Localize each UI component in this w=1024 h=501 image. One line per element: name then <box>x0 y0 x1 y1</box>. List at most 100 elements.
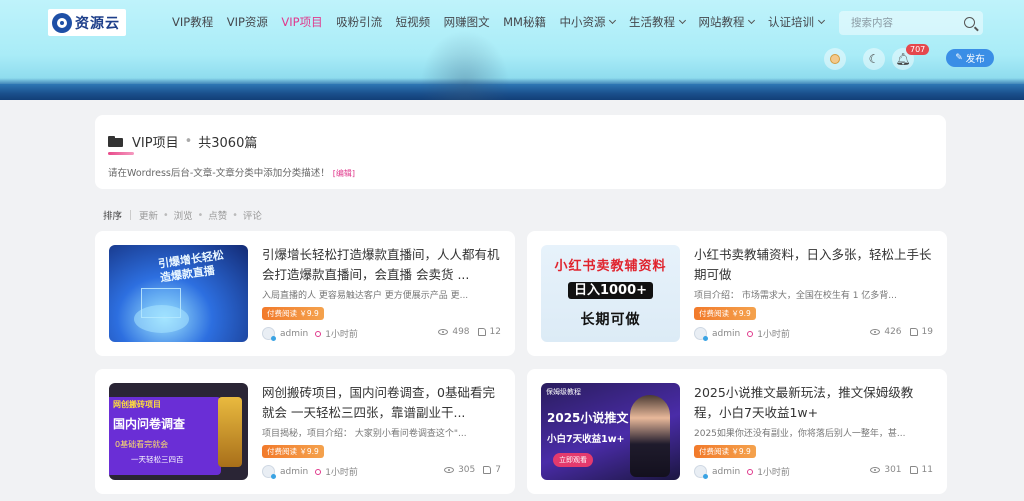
category-description: 请在Wordress后台-文章-文章分类中添加分类描述！ [编辑] <box>108 165 355 179</box>
clock-icon <box>747 468 754 475</box>
thumb-decoration <box>134 305 189 333</box>
post-card[interactable]: 网创搬砖项目 国内问卷调查 0基础看完就会 一天轻松三四百 网创搬砖项目，国内问… <box>95 369 515 494</box>
post-author[interactable]: admin <box>280 329 308 339</box>
thumb-text: 小红书卖教辅资料 <box>554 259 667 274</box>
user-avatar-button[interactable] <box>824 48 846 70</box>
nav-label: VIP教程 <box>172 15 214 29</box>
search-box <box>839 11 983 35</box>
sort-option-comments[interactable]: 评论 <box>243 208 262 222</box>
post-excerpt: 项目揭秘，项目介绍： 大家别小看问卷调查这个"... <box>262 429 467 439</box>
post-title[interactable]: 网创搬砖项目，国内问卷调查，0基础看完就会 一天轻松三四张，靠谱副业干... <box>262 383 502 423</box>
author-avatar[interactable] <box>262 327 276 341</box>
site-logo[interactable]: 资源云 <box>48 9 126 36</box>
thumb-text: 小白7天收益1w+ <box>547 434 625 445</box>
post-time: 1小时前 <box>325 468 358 478</box>
post-views: 426 <box>884 327 902 337</box>
author-avatar[interactable] <box>694 327 708 341</box>
post-likes: 11 <box>921 465 933 475</box>
main-nav: VIP教程 VIP资源 VIP项目 吸粉引流 短视频 网赚图文 MM秘籍 中小资… <box>172 12 837 32</box>
nav-item-life-tutorial[interactable]: 生活教程 <box>629 14 687 30</box>
chevron-down-icon <box>817 16 826 25</box>
thumb-text: 日入1000+ <box>541 279 680 299</box>
nav-item-traffic[interactable]: 吸粉引流 <box>336 14 382 30</box>
category-count: 共3060篇 <box>198 136 258 151</box>
post-thumbnail[interactable]: 引爆增长轻松 造爆款直播 <box>109 245 248 342</box>
post-stats: 301 11 <box>870 465 933 475</box>
thumbs-up-icon <box>477 328 486 336</box>
post-title[interactable]: 小红书卖教辅资料，日入多张，轻松上手长期可做 <box>694 245 934 285</box>
thumb-figure <box>630 395 670 477</box>
nav-label: 网站教程 <box>698 15 745 29</box>
post-views: 305 <box>458 465 476 475</box>
thumb-text: 0基础看完就会 <box>115 440 169 449</box>
search-icon[interactable] <box>964 17 975 28</box>
chevron-down-icon <box>678 16 687 25</box>
post-views: 301 <box>884 465 902 475</box>
category-edit-link[interactable]: [编辑] <box>333 169 355 178</box>
category-name: VIP项目 <box>132 136 179 151</box>
post-stats: 305 7 <box>444 465 501 475</box>
post-meta: admin 1小时前 <box>694 327 790 341</box>
nav-item-site-tutorial[interactable]: 网站教程 <box>698 14 756 30</box>
sort-option-likes[interactable]: 点赞 <box>208 208 227 222</box>
thumb-text: 立即观看 <box>553 453 593 467</box>
logo-text: 资源云 <box>75 15 120 32</box>
logo-mark-icon <box>52 12 72 33</box>
post-meta: admin 1小时前 <box>694 465 790 479</box>
nav-label: VIP资源 <box>226 15 268 29</box>
post-author[interactable]: admin <box>712 329 740 339</box>
clock-icon <box>315 468 322 475</box>
nav-label: MM秘籍 <box>503 15 546 29</box>
post-time: 1小时前 <box>757 330 790 340</box>
paid-read-tag: 付费阅读 ￥9.9 <box>262 307 324 320</box>
post-card[interactable]: 保姆级教程 2025小说推文 小白7天收益1w+ 立即观看 2025小说推文最新… <box>527 369 947 494</box>
nav-item-online-earning[interactable]: 网赚图文 <box>444 14 490 30</box>
chevron-down-icon <box>748 16 756 25</box>
eye-icon <box>870 329 881 335</box>
author-avatar[interactable] <box>694 465 708 479</box>
nav-item-mm-secrets[interactable]: MM秘籍 <box>503 14 546 30</box>
author-avatar[interactable] <box>262 465 276 479</box>
publish-button[interactable]: ✎ 发布 <box>946 49 994 67</box>
thumb-text: 国内问卷调查 <box>113 417 186 431</box>
paid-read-tag: 付费阅读 ￥9.9 <box>262 445 324 458</box>
nav-item-vip-tutorial[interactable]: VIP教程 <box>172 14 213 30</box>
post-card[interactable]: 引爆增长轻松 造爆款直播 引爆增长轻松打造爆款直播间，人人都有机会打造爆款直播间，… <box>95 231 515 356</box>
sort-option-views[interactable]: 浏览 <box>174 208 193 222</box>
avatar-icon <box>830 54 840 64</box>
post-thumbnail[interactable]: 保姆级教程 2025小说推文 小白7天收益1w+ 立即观看 <box>541 383 680 480</box>
category-underline <box>108 152 134 155</box>
header-banner-figure <box>420 30 510 100</box>
dark-mode-toggle[interactable]: ☾ <box>863 48 885 70</box>
post-meta: admin 1小时前 <box>262 465 358 479</box>
nav-label: 短视频 <box>395 15 431 29</box>
post-likes: 12 <box>489 327 501 337</box>
sort-dot: • <box>232 209 238 221</box>
search-input[interactable] <box>851 17 961 29</box>
nav-item-short-video[interactable]: 短视频 <box>396 14 431 30</box>
nav-item-vip-project[interactable]: VIP项目 <box>281 14 322 30</box>
nav-item-vip-resource[interactable]: VIP资源 <box>227 14 268 30</box>
post-excerpt: 入局直播的人 更容易触达客户 更方便展示产品 更... <box>262 291 469 301</box>
paid-read-tag: 付费阅读 ￥9.9 <box>694 445 756 458</box>
sort-divider <box>130 210 132 220</box>
thumb-decoration <box>218 397 242 467</box>
post-thumbnail[interactable]: 小红书卖教辅资料 日入1000+ 长期可做 <box>541 245 680 342</box>
post-card[interactable]: 小红书卖教辅资料 日入1000+ 长期可做 小红书卖教辅资料，日入多张，轻松上手… <box>527 231 947 356</box>
post-author[interactable]: admin <box>712 467 740 477</box>
thumb-text: 长期可做 <box>580 312 641 328</box>
post-thumbnail[interactable]: 网创搬砖项目 国内问卷调查 0基础看完就会 一天轻松三四百 <box>109 383 248 480</box>
header-banner-sea <box>0 84 1024 100</box>
nav-item-certification[interactable]: 认证培训 <box>768 14 826 30</box>
category-separator: • <box>184 134 193 149</box>
post-title[interactable]: 引爆增长轻松打造爆款直播间，人人都有机会打造爆款直播间，会直播 会卖货 ... <box>262 245 502 285</box>
post-title[interactable]: 2025小说推文最新玩法，推文保姆级教程，小白7天收益1w+ <box>694 383 934 423</box>
folder-icon <box>108 136 123 147</box>
nav-item-small-resources[interactable]: 中小资源 <box>559 14 617 30</box>
thumb-text: 网创搬砖项目 <box>113 400 161 409</box>
thumb-text: 一天轻松三四百 <box>131 455 184 464</box>
nav-label: 网赚图文 <box>443 15 490 29</box>
thumb-text: 引爆增长轻松 造爆款直播 <box>157 248 225 285</box>
sort-option-update[interactable]: 更新 <box>139 208 158 222</box>
post-author[interactable]: admin <box>280 467 308 477</box>
